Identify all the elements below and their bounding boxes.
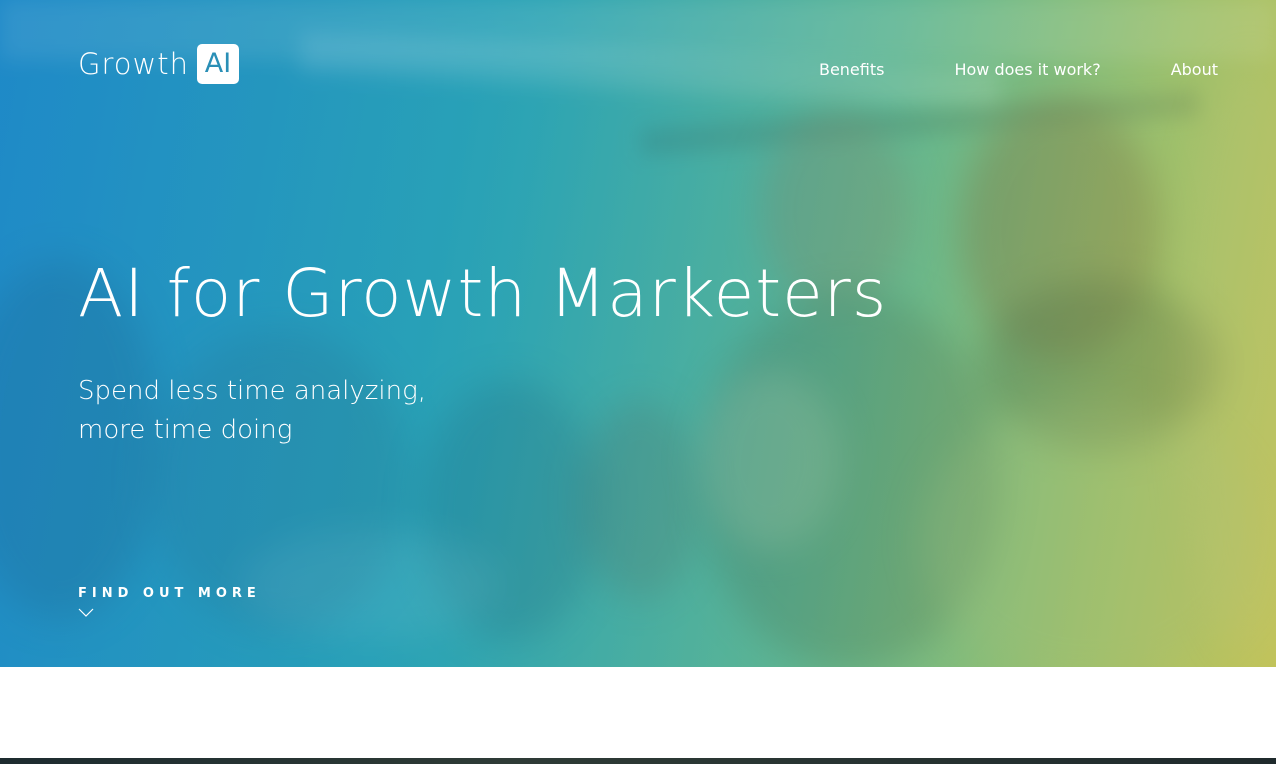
hero-subheadline: Spend less time analyzing, more time doi… <box>78 372 426 450</box>
next-section-edge <box>0 758 1276 764</box>
nav-link-about[interactable]: About <box>1171 60 1218 80</box>
brand-logo[interactable]: Growth AI <box>78 44 239 84</box>
hero-headline: AI for Growth Marketers <box>78 255 888 332</box>
nav-link-benefits[interactable]: Benefits <box>819 60 885 80</box>
chevron-down-icon <box>78 608 94 617</box>
find-out-more-link[interactable]: FIND OUT MORE <box>78 586 261 618</box>
landing-page: Growth AI Benefits How does it work? Abo… <box>0 0 1276 764</box>
brand-wordmark: Growth <box>78 47 189 81</box>
brand-ai-badge: AI <box>196 44 239 84</box>
find-out-more-label: FIND OUT MORE <box>78 586 261 601</box>
hero-subheadline-line-1: Spend less time analyzing, <box>78 376 427 406</box>
nav-link-how-it-works[interactable]: How does it work? <box>954 60 1100 80</box>
hero-subheadline-line-2: more time doing <box>78 415 293 445</box>
hero-section: Growth AI Benefits How does it work? Abo… <box>0 0 1276 667</box>
main-nav: Benefits How does it work? About <box>819 60 1218 80</box>
